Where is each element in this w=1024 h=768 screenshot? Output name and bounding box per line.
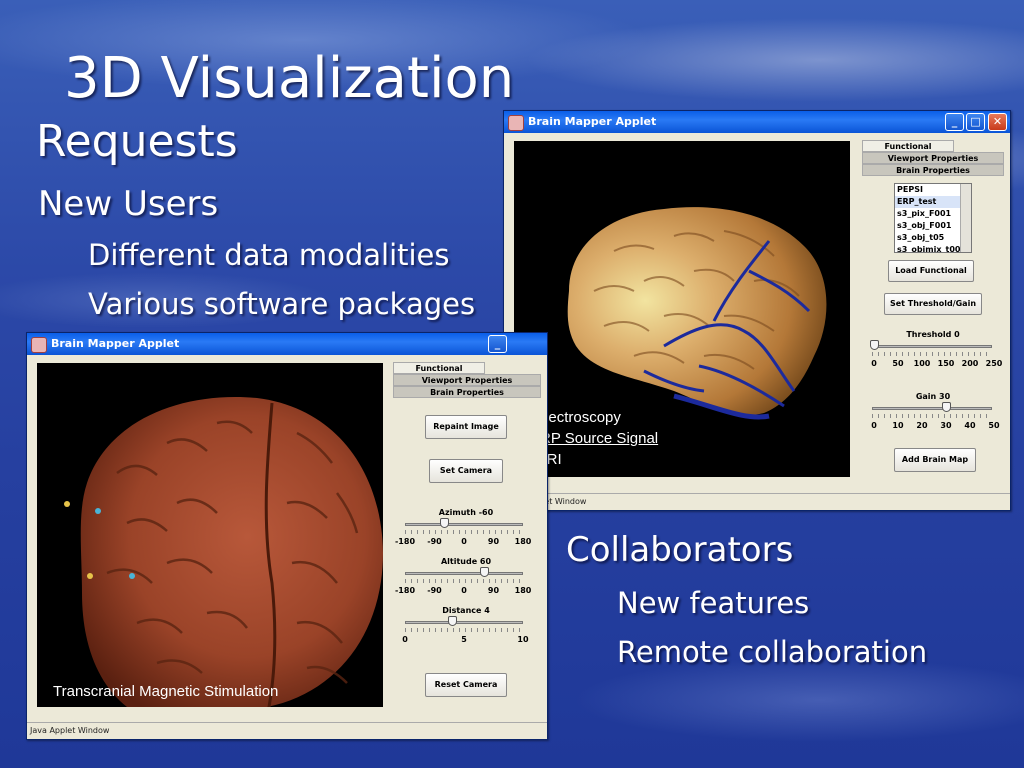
azimuth-label: Azimuth -60 — [438, 508, 494, 517]
repaint-image-button[interactable]: Repaint Image — [425, 415, 507, 439]
tick-label: -180 — [394, 537, 416, 546]
tab-functional-properties[interactable]: Functional Properties — [862, 140, 954, 163]
azimuth-slider-thumb[interactable] — [440, 518, 450, 528]
requests-heading: Requests — [36, 116, 238, 167]
remote-collaboration-bullet: Remote collaboration — [617, 635, 928, 669]
brain-render-canvas[interactable]: Spectroscopy ERP Source Signal fMRI — [514, 141, 850, 477]
tick-label: 10 — [517, 635, 529, 644]
tick-label: 200 — [961, 359, 979, 368]
window-title: Brain Mapper Applet — [51, 337, 180, 350]
tick-label: 180 — [514, 586, 532, 595]
tick-label: 0 — [461, 537, 467, 546]
altitude-slider-track[interactable] — [405, 572, 523, 575]
threshold-label: Threshold 0 — [906, 330, 960, 339]
tick-label: 20 — [916, 421, 928, 430]
tick-label: -180 — [394, 586, 416, 595]
tick-label: 90 — [487, 586, 500, 595]
list-scrollbar[interactable] — [960, 184, 971, 252]
altitude-ticks — [405, 579, 523, 583]
load-functional-button[interactable]: Load Functional — [888, 260, 974, 282]
tick-label: 50 — [988, 421, 1000, 430]
tick-label: 100 — [913, 359, 931, 368]
slide: { "slide": { "title": "3D Visualization"… — [0, 0, 1024, 768]
azimuth-slider-track[interactable] — [405, 523, 523, 526]
tick-label: -90 — [427, 586, 442, 595]
threshold-ticks — [872, 352, 992, 356]
tick-label: 0 — [461, 586, 467, 595]
tick-label: 10 — [892, 421, 904, 430]
altitude-label: Altitude 60 — [440, 557, 492, 566]
tick-label: 0 — [402, 635, 408, 644]
tick-label: 0 — [871, 421, 877, 430]
tab-brain-properties[interactable]: Brain Properties — [393, 386, 541, 398]
reset-camera-button[interactable]: Reset Camera — [425, 673, 507, 697]
set-camera-button[interactable]: Set Camera — [429, 459, 503, 483]
overlay-tms: Transcranial Magnetic Stimulation — [53, 683, 279, 700]
control-panel: Functional Properties Viewport Propertie… — [391, 361, 543, 717]
tick-label: -90 — [427, 537, 442, 546]
threshold-slider-thumb[interactable] — [870, 340, 879, 350]
tick-label: 30 — [940, 421, 952, 430]
altitude-slider-thumb[interactable] — [479, 567, 489, 577]
gain-slider-thumb[interactable] — [942, 402, 951, 412]
title-bar[interactable]: Brain Mapper Applet _ — [27, 333, 547, 355]
tick-label: 180 — [514, 537, 532, 546]
distance-label: Distance 4 — [442, 606, 490, 615]
applet-icon — [31, 337, 47, 353]
gain-ticks — [872, 414, 992, 418]
window-title: Brain Mapper Applet — [528, 115, 657, 128]
new-features-bullet: New features — [617, 586, 810, 620]
tick-label: 5 — [461, 635, 467, 644]
brain-render-canvas[interactable]: Transcranial Magnetic Stimulation — [37, 363, 383, 707]
brain-top-image — [64, 397, 383, 707]
threshold-slider-track[interactable] — [872, 345, 992, 348]
overlay-erp-link[interactable]: ERP Source Signal — [530, 430, 658, 447]
brain-lateral-image — [567, 207, 827, 420]
status-bar: Java Applet Window — [27, 722, 547, 739]
minimize-icon[interactable]: _ — [488, 335, 507, 353]
tick-label: 90 — [487, 537, 500, 546]
close-icon[interactable]: ✕ — [988, 113, 1007, 131]
applet-icon — [508, 115, 524, 131]
tick-label: 50 — [892, 359, 904, 368]
tick-label: 150 — [937, 359, 955, 368]
distance-slider-thumb[interactable] — [448, 616, 458, 626]
status-bar: Java Applet Window — [504, 493, 1010, 510]
brain-mapper-window-bottom[interactable]: Brain Mapper Applet _ Transcranial Magne… — [26, 332, 548, 740]
set-threshold-gain-button[interactable]: Set Threshold/Gain — [884, 293, 982, 315]
tick-label: 250 — [985, 359, 1003, 368]
tab-viewport-properties[interactable]: Viewport Properties — [393, 374, 541, 386]
minimize-icon[interactable]: _ — [945, 113, 964, 131]
gain-label: Gain 30 — [915, 392, 951, 401]
control-panel: Functional Properties Viewport Propertie… — [860, 139, 1006, 484]
collaborators-bullet: Collaborators — [566, 530, 794, 570]
add-brain-map-button[interactable]: Add Brain Map — [894, 448, 976, 472]
title-bar[interactable]: Brain Mapper Applet _ □ ✕ — [504, 111, 1010, 133]
distance-slider-track[interactable] — [405, 621, 523, 624]
tab-functional-properties[interactable]: Functional Properties — [393, 362, 485, 385]
dataset-list[interactable]: PEPSI ERP_test s3_pix_F001 s3_obj_F001 s… — [894, 183, 972, 253]
different-modalities-bullet: Different data modalities — [88, 238, 450, 272]
distance-ticks — [405, 628, 523, 632]
tick-label: 40 — [964, 421, 976, 430]
maximize-icon[interactable]: □ — [966, 113, 985, 131]
brain-mapper-window-top[interactable]: Brain Mapper Applet _ □ ✕ Spectroscopy E… — [503, 110, 1011, 511]
slide-title: 3D Visualization — [64, 46, 515, 111]
software-packages-bullet: Various software packages — [88, 287, 476, 321]
tick-label: 0 — [871, 359, 877, 368]
tab-viewport-properties[interactable]: Viewport Properties — [862, 152, 1004, 164]
azimuth-ticks — [405, 530, 523, 534]
new-users-bullet: New Users — [38, 184, 219, 224]
gain-slider-track[interactable] — [872, 407, 992, 410]
tab-brain-properties[interactable]: Brain Properties — [862, 164, 1004, 176]
